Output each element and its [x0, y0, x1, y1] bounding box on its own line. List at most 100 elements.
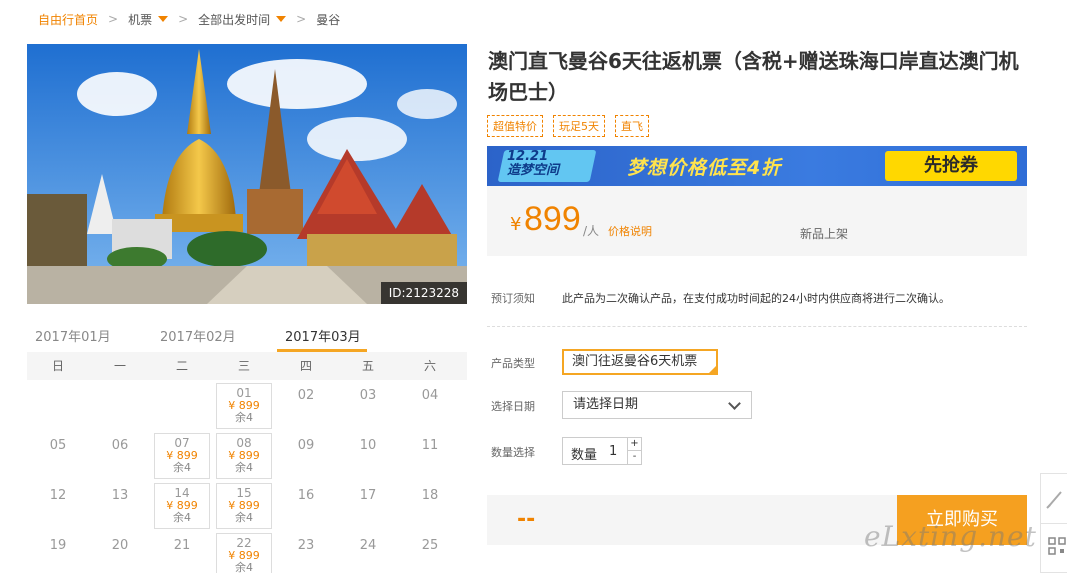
- qr-code-icon: [1048, 537, 1066, 555]
- edit-button[interactable]: [1041, 474, 1067, 524]
- calendar-day-number: 13: [111, 488, 129, 503]
- breadcrumb-separator: >: [296, 12, 307, 26]
- calendar-day: 12: [27, 480, 89, 530]
- banner-logo-text: 12.21 造梦空间: [507, 150, 559, 178]
- date-select[interactable]: 请选择日期: [562, 391, 752, 419]
- calendar-day: 13: [89, 480, 151, 530]
- product-title: 澳门直飞曼谷6天往返机票（含税+赠送珠海口岸直达澳门机场巴士）: [488, 49, 1019, 104]
- calendar-weekday-header: 日一二三四五六: [27, 352, 467, 380]
- price-value: 899: [524, 200, 581, 238]
- date-label: 选择日期: [491, 400, 535, 413]
- calendar-day-stock: 余4: [235, 511, 253, 524]
- calendar-day-number: 21: [173, 538, 191, 553]
- calendar-day: 23: [275, 530, 337, 573]
- date-select-placeholder: 请选择日期: [573, 397, 639, 412]
- calendar-day: 24: [337, 530, 399, 573]
- breadcrumb-separator: >: [108, 12, 119, 26]
- product-tags: 超值特价 玩足5天 直飞: [487, 115, 649, 137]
- weekday-label: 三: [237, 359, 250, 373]
- calendar-day: 25: [399, 530, 461, 573]
- calendar-week-row: 01 ¥ 899 余4 02 03 04: [27, 380, 467, 430]
- weekday-label: 五: [361, 359, 374, 373]
- calendar-day: [89, 380, 151, 430]
- weekday-label: 日: [51, 359, 64, 373]
- tag-badge: 直飞: [615, 115, 649, 137]
- chevron-down-icon: [728, 397, 741, 410]
- tag-badge: 玩足5天: [553, 115, 605, 137]
- qr-code-button[interactable]: [1041, 524, 1067, 573]
- calendar-week-row: 12 13 14 ¥ 899 余4 15 ¥ 899 余4 16 17 18: [27, 480, 467, 530]
- weekday-label: 四: [299, 359, 312, 373]
- tab-month-mar[interactable]: 2017年03月: [277, 322, 402, 352]
- calendar-day-number: 09: [297, 438, 315, 453]
- promo-banner[interactable]: 12.21 造梦空间 梦想价格低至4折 先抢券: [487, 146, 1027, 186]
- tab-month-jan[interactable]: 2017年01月: [27, 322, 152, 352]
- calendar-day-box: 01 ¥ 899 余4: [216, 383, 272, 429]
- quantity-label: 数量选择: [491, 446, 535, 459]
- tab-month-feb[interactable]: 2017年02月: [152, 322, 277, 352]
- calendar-week-row: 05 06 07 ¥ 899 余4 08 ¥ 899 余4 09 10 11: [27, 430, 467, 480]
- weekday-label: 六: [423, 359, 436, 373]
- quantity-input[interactable]: 1: [609, 444, 617, 459]
- calendar-day-stock: 余4: [173, 511, 191, 524]
- calendar-day-available[interactable]: 22 ¥ 899 余4: [213, 530, 275, 573]
- calendar-day-box: 07 ¥ 899 余4: [154, 433, 210, 479]
- calendar-day-number: 25: [421, 538, 439, 553]
- breadcrumb-separator: >: [178, 12, 189, 26]
- temple-photo: [27, 44, 467, 304]
- calendar-day-available[interactable]: 14 ¥ 899 余4: [151, 480, 213, 530]
- calendar-day-number: 02: [297, 388, 315, 403]
- banner-date: 12.21: [507, 149, 549, 164]
- booking-notice: 预订须知 此产品为二次确认产品，在支付成功时间起的24小时内供应商将进行二次确认…: [491, 290, 950, 306]
- calendar-day: 02: [275, 380, 337, 430]
- calendar-day-number: 10: [359, 438, 377, 453]
- calendar-day: 20: [89, 530, 151, 573]
- product-type-label: 产品类型: [491, 357, 535, 370]
- calendar-day: 21: [151, 530, 213, 573]
- calendar-day-number: 05: [49, 438, 67, 453]
- tag-badge: 超值特价: [487, 115, 543, 137]
- breadcrumb-departure-time-dropdown[interactable]: 全部出发时间: [198, 11, 287, 28]
- calendar-day-stock: 余4: [235, 461, 253, 474]
- price-panel: ¥ 899 /人 价格说明 新品上架: [487, 186, 1027, 256]
- product-hero-image[interactable]: ID:2123228: [27, 44, 467, 304]
- watermark: eLxting.net: [864, 520, 1037, 553]
- quantity-decrement-button[interactable]: -: [628, 451, 641, 464]
- calendar-day-stock: 余4: [173, 461, 191, 474]
- product-type-value: 澳门往返曼谷6天机票: [572, 354, 698, 369]
- quantity-increment-button[interactable]: +: [628, 438, 641, 451]
- calendar-day: 10: [337, 430, 399, 480]
- calendar-day: 19: [27, 530, 89, 573]
- product-type-option[interactable]: 澳门往返曼谷6天机票: [562, 349, 718, 375]
- breadcrumb-flights-dropdown[interactable]: 机票: [128, 11, 169, 28]
- quantity-stepper: 数量 1 + -: [562, 437, 642, 465]
- breadcrumb: 自由行首页 > 机票 > 全部出发时间 > 曼谷: [38, 10, 340, 28]
- breadcrumb-home-link[interactable]: 自由行首页: [38, 11, 98, 28]
- calendar-day-available[interactable]: 15 ¥ 899 余4: [213, 480, 275, 530]
- calendar-day: 17: [337, 480, 399, 530]
- calendar-day: 18: [399, 480, 461, 530]
- calendar-day-available[interactable]: 07 ¥ 899 余4: [151, 430, 213, 480]
- calendar-day-stock: 余4: [235, 561, 253, 573]
- total-price: --: [517, 507, 536, 532]
- calendar-day-number: 24: [359, 538, 377, 553]
- calendar-day-number: 19: [49, 538, 67, 553]
- calendar-day: 04: [399, 380, 461, 430]
- price-calendar: 日 一 二 三 四 五 六 01 ¥ 899 余4 02 03 04 05 06 07 ¥ 899 余4 08 ¥ …: [27, 352, 467, 573]
- calendar-day: [151, 380, 213, 430]
- calendar-day: 09: [275, 430, 337, 480]
- calendar-body: 01 ¥ 899 余4 02 03 04 05 06 07 ¥ 899 余4 08 ¥ 899 余4 09 1…: [27, 380, 467, 573]
- breadcrumb-bangkok: 曼谷: [316, 12, 341, 27]
- selected-check-icon: [709, 366, 716, 373]
- price-currency: ¥: [510, 214, 522, 235]
- banner-event-name: 造梦空间: [507, 163, 560, 178]
- price-explanation-link[interactable]: 价格说明: [608, 223, 652, 239]
- calendar-day-box: 15 ¥ 899 余4: [216, 483, 272, 529]
- weekday-label: 一: [113, 359, 126, 373]
- calendar-day-number: 20: [111, 538, 129, 553]
- calendar-day-available[interactable]: 08 ¥ 899 余4: [213, 430, 275, 480]
- calendar-day-available[interactable]: 01 ¥ 899 余4: [213, 380, 275, 430]
- grab-coupon-button[interactable]: 先抢券: [885, 151, 1017, 181]
- calendar-day-number: 16: [297, 488, 315, 503]
- image-id-label: ID:2123228: [380, 282, 467, 304]
